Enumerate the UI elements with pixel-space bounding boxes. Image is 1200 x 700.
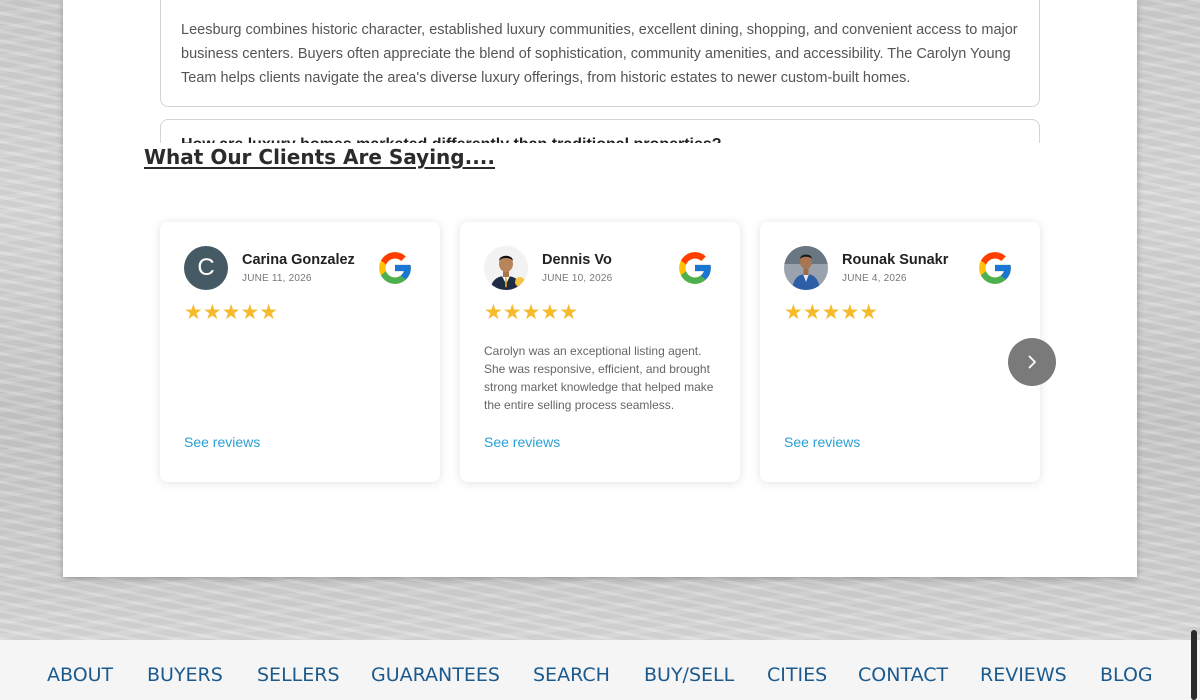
- reviewer-name: Dennis Vo: [542, 252, 612, 268]
- chevron-right-icon: [1028, 355, 1036, 369]
- carousel-next-button[interactable]: [1008, 338, 1056, 386]
- person-photo-icon: [784, 246, 828, 290]
- star-rating: ★★★★★: [784, 301, 879, 324]
- review-date: JUNE 11, 2026: [242, 273, 312, 284]
- see-reviews-link[interactable]: See reviews: [184, 434, 260, 450]
- nav-link-buyers[interactable]: BUYERS: [147, 664, 223, 686]
- review-card: C Carina Gonzalez JUNE 11, 2026 ★★★★★ Se…: [160, 222, 440, 482]
- review-date: JUNE 4, 2026: [842, 273, 907, 284]
- google-icon: [379, 252, 411, 284]
- review-card: Dennis Vo JUNE 10, 2026 ★★★★★ Carolyn wa…: [460, 222, 740, 482]
- nav-link-contact[interactable]: CONTACT: [858, 664, 948, 686]
- review-text: Carolyn was an exceptional listing agent…: [484, 344, 714, 412]
- testimonials-title: What Our Clients Are Saying....: [144, 145, 495, 169]
- star-rating: ★★★★★: [484, 301, 579, 324]
- scrollbar-thumb[interactable]: [1191, 630, 1197, 700]
- star-rating: ★★★★★: [184, 301, 279, 324]
- reviewer-name: Rounak Sunakr: [842, 252, 949, 268]
- nav-link-blog[interactable]: BLOG: [1100, 664, 1153, 686]
- content-panel: Leesburg combines historic character, es…: [63, 0, 1137, 577]
- nav-link-guarantees[interactable]: GUARANTEES: [371, 664, 500, 686]
- nav-link-cities[interactable]: CITIES: [767, 664, 827, 686]
- nav-link-reviews[interactable]: REVIEWS: [980, 664, 1067, 686]
- see-reviews-link[interactable]: See reviews: [484, 434, 560, 450]
- footer-nav: ABOUT BUYERS SELLERS GUARANTEES SEARCH B…: [0, 640, 1200, 700]
- nav-link-sellers[interactable]: SELLERS: [257, 664, 340, 686]
- google-icon: [979, 252, 1011, 284]
- nav-link-about[interactable]: ABOUT: [47, 664, 113, 686]
- avatar: [784, 246, 828, 290]
- review-date: JUNE 10, 2026: [542, 273, 613, 284]
- review-card: Rounak Sunakr JUNE 4, 2026 ★★★★★ See rev…: [760, 222, 1040, 482]
- person-photo-icon: [484, 246, 528, 290]
- nav-link-search[interactable]: SEARCH: [533, 664, 610, 686]
- faq-item-expanded[interactable]: Leesburg combines historic character, es…: [160, 0, 1040, 107]
- avatar: [484, 246, 528, 290]
- google-icon: [679, 252, 711, 284]
- faq-answer: Leesburg combines historic character, es…: [181, 22, 1018, 86]
- reviewer-name: Carina Gonzalez: [242, 252, 355, 268]
- nav-link-buy-sell[interactable]: BUY/SELL: [644, 664, 734, 686]
- avatar: C: [184, 246, 228, 290]
- see-reviews-link[interactable]: See reviews: [784, 434, 860, 450]
